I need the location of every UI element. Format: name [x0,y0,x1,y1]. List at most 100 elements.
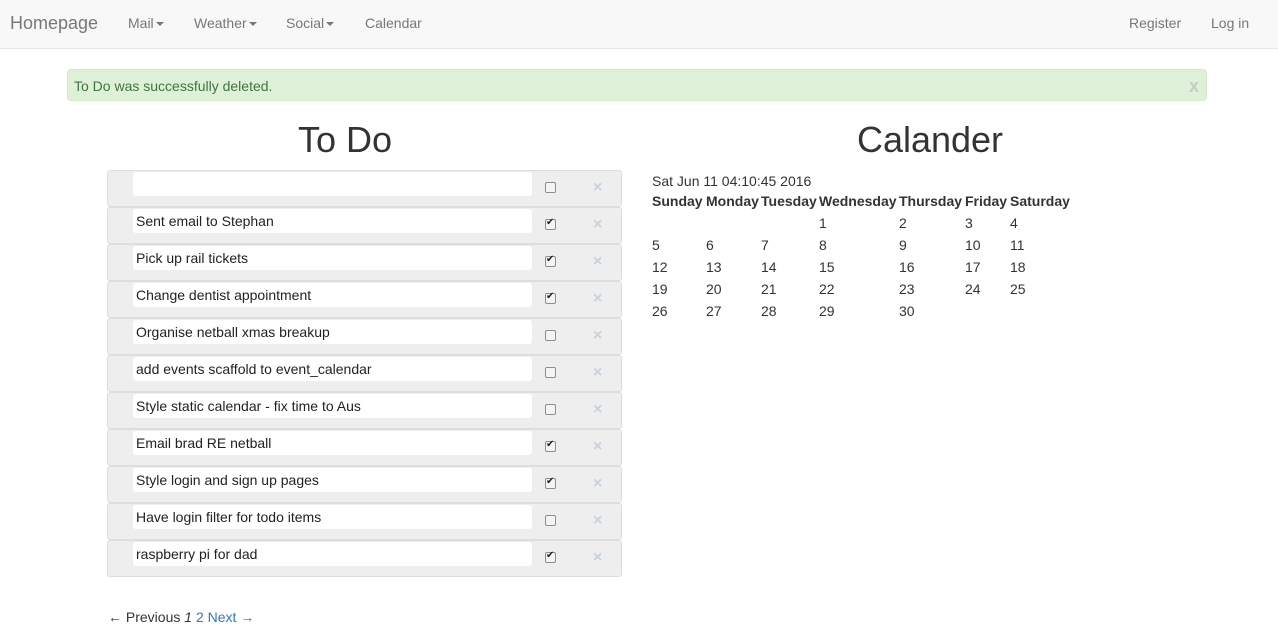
calendar-day-cell: 6 [706,237,714,253]
calendar-day-cell: 26 [652,303,668,319]
todo-text-field[interactable]: Have login filter for todo items [133,505,532,529]
calendar-week-row: 12 13 14 15 16 17 18 [652,256,1072,278]
delete-icon[interactable]: × [593,365,602,381]
todo-item: Pick up rail tickets × [107,244,622,281]
calendar-day-cell: 1 [819,215,827,231]
calendar-day-cell: 16 [899,259,915,275]
delete-icon[interactable]: × [593,402,602,418]
calendar-header-row: Sunday Monday Tuesday Wednesday Thursday Frid… [652,190,1072,212]
todo-text-field[interactable]: raspberry pi for dad [133,542,532,566]
todo-done-checkbox[interactable] [545,367,556,378]
delete-icon[interactable]: × [593,254,602,270]
calendar-week-row: 5 6 7 8 9 10 11 [652,234,1072,256]
todo-text-field[interactable]: Sent email to Stephan [133,209,532,233]
todo-list: ×Sent email to Stephan×Pick up rail tick… [107,170,622,577]
todo-item: raspberry pi for dad × [107,540,622,577]
todo-text-field[interactable]: Organise netball xmas breakup [133,320,532,344]
todo-done-checkbox[interactable] [545,291,556,304]
delete-icon[interactable]: × [593,476,602,492]
calendar-week-row: 1 2 3 4 [652,212,1072,234]
calendar-day-cell [706,212,761,234]
todo-item: × [107,170,622,207]
nav-register-link[interactable]: Register [1129,15,1181,31]
calendar-day-cell: 9 [899,237,907,253]
calendar-day-header: Sunday [652,193,703,209]
todo-done-checkbox[interactable] [545,515,556,526]
delete-icon[interactable]: × [593,180,602,196]
delete-icon[interactable]: × [593,291,602,307]
calendar-day-cell: 27 [706,303,722,319]
calendar-day-cell: 21 [761,281,777,297]
alert-close-button[interactable]: x [1189,77,1199,95]
calendar-day-header: Wednesday [819,193,897,209]
calendar-day-cell: 30 [899,303,915,319]
todo-text-field[interactable]: Style login and sign up pages [133,468,532,492]
delete-icon[interactable]: × [593,328,602,344]
calendar-day-cell: 18 [1010,259,1026,275]
nav-mail-label: Mail [128,15,154,31]
todo-title: To Do [297,119,393,160]
todo-text-field[interactable]: Pick up rail tickets [133,246,532,270]
todo-item: Have login filter for todo items × [107,503,622,540]
todo-item: add events scaffold to event_calendar × [107,355,622,392]
pagination-current-page: 1 [184,609,193,625]
calendar-day-cell [1010,300,1072,322]
calendar-day-cell: 11 [1010,237,1025,253]
nav-social-dropdown[interactable]: Social [286,15,335,31]
delete-icon[interactable]: × [593,550,602,566]
todo-done-checkbox[interactable] [545,439,556,452]
todo-done-checkbox[interactable] [545,550,556,563]
calendar-day-cell [761,212,819,234]
calendar-day-cell: 15 [819,259,835,275]
calendar-day-cell: 12 [652,259,668,275]
calendar-day-cell: 7 [761,237,769,253]
delete-icon[interactable]: × [593,439,602,455]
todo-done-checkbox[interactable] [545,182,556,193]
calendar-day-cell: 5 [652,237,660,253]
brand-link[interactable]: Homepage [10,12,98,34]
calendar-day-cell [652,212,706,234]
calendar-day-header: Monday [706,193,759,209]
calendar-day-cell: 8 [819,237,827,253]
calendar-day-cell: 3 [965,215,973,231]
pagination-next-link[interactable]: Next → [208,609,255,625]
nav-login-link[interactable]: Log in [1211,15,1249,31]
todo-text-field[interactable] [133,172,532,196]
todo-item: Style static calendar - fix time to Aus × [107,392,622,429]
todo-done-checkbox[interactable] [545,217,556,230]
calendar-day-cell: 13 [706,259,722,275]
calendar-day-header: Saturday [1010,193,1070,209]
navbar: Homepage Mail Weather Social Calendar Re… [0,0,1278,49]
calendar-day-cell: 29 [819,303,835,319]
calendar-day-cell: 24 [965,281,981,297]
todo-done-checkbox[interactable] [545,254,556,267]
todo-done-checkbox[interactable] [545,404,556,415]
todo-done-checkbox[interactable] [545,330,556,341]
todo-text-field[interactable]: Change dentist appointment [133,283,532,307]
calendar-day-cell: 28 [761,303,777,319]
todo-done-checkbox[interactable] [545,476,556,489]
calendar-timestamp: Sat Jun 11 04:10:45 2016 [652,173,812,189]
nav-weather-dropdown[interactable]: Weather [194,15,257,31]
alert-message: To Do was successfully deleted. [74,78,273,94]
nav-mail-dropdown[interactable]: Mail [128,15,164,31]
nav-calendar-link[interactable]: Calendar [365,15,422,31]
todo-text-field[interactable]: Email brad RE netball [133,431,532,455]
calendar-day-cell: 10 [965,237,981,253]
calendar-title: Calander [856,119,1004,160]
pagination-page-2-link[interactable]: 2 [196,609,204,625]
calendar-day-cell: 22 [819,281,835,297]
todo-text-field[interactable]: add events scaffold to event_calendar [133,357,532,381]
todo-item: Change dentist appointment × [107,281,622,318]
todo-text-field[interactable]: Style static calendar - fix time to Aus [133,394,532,418]
calendar-day-cell: 19 [652,281,668,297]
nav-social-label: Social [286,15,325,31]
calendar-day-cell: 17 [965,259,981,275]
calendar-week-row: 19 20 21 22 23 24 25 [652,278,1072,300]
delete-icon[interactable]: × [593,217,602,233]
caret-down-icon [248,22,257,27]
calendar-day-header: Friday [965,193,1008,209]
nav-weather-label: Weather [194,15,247,31]
caret-down-icon [155,22,164,27]
delete-icon[interactable]: × [593,513,602,529]
